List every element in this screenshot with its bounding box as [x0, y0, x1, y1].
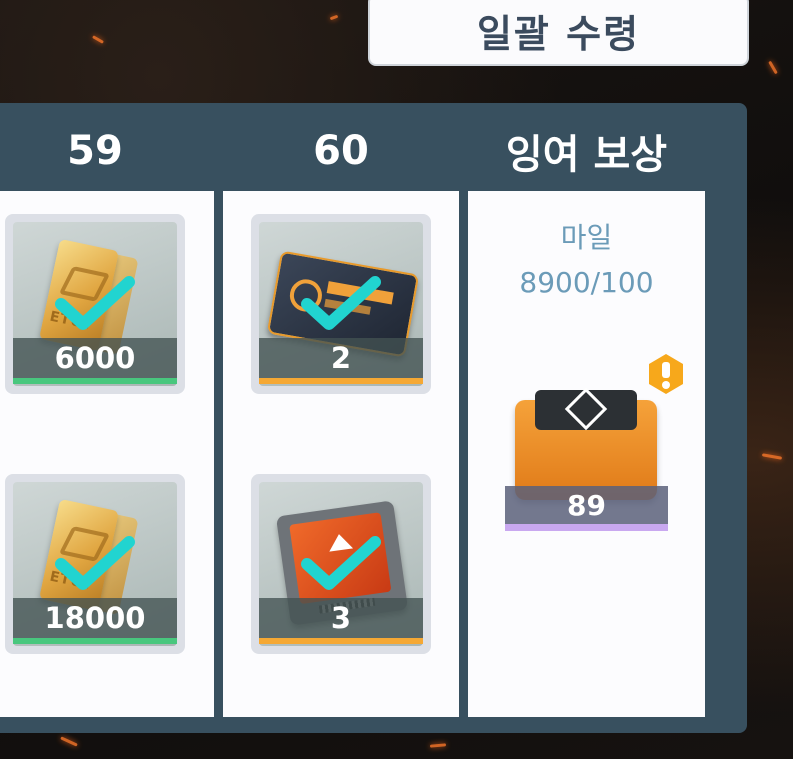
level-60-header: 60: [313, 128, 369, 174]
reward-item-gold-6000[interactable]: ETUT 6000: [5, 214, 185, 394]
ember-particle: [429, 743, 447, 748]
surplus-progress-text: 8900/100: [519, 266, 654, 299]
item-quantity: 2: [259, 338, 423, 378]
claimed-check-icon: [55, 276, 135, 330]
claimed-check-icon: [301, 536, 381, 590]
ember-particle: [761, 453, 783, 460]
reward-item-gold-18000[interactable]: ETUT 18000: [5, 474, 185, 654]
rarity-bar: [13, 378, 177, 384]
rarity-bar: [259, 638, 423, 644]
surplus-reward-header: 잉여 보상: [505, 132, 668, 178]
item-quantity: 3: [259, 598, 423, 638]
ember-particle: [60, 736, 78, 747]
ember-particle: [329, 14, 339, 21]
rarity-bar: [505, 524, 668, 531]
rarity-bar: [13, 638, 177, 644]
ember-particle: [768, 60, 778, 75]
surplus-currency-label: 마일: [560, 221, 613, 254]
claimed-check-icon: [301, 276, 381, 330]
crate-lid: [535, 387, 637, 431]
item-quantity: 18000: [13, 598, 177, 638]
claim-all-label: 일괄 수령: [476, 11, 641, 56]
claimed-check-icon: [55, 536, 135, 590]
claim-all-button[interactable]: 일괄 수령: [368, 0, 749, 66]
reward-item-chip-3[interactable]: 3: [251, 474, 431, 654]
reward-item-card-2[interactable]: 2: [251, 214, 431, 394]
level-59-header: 59: [67, 128, 123, 174]
item-quantity: 6000: [13, 338, 177, 378]
item-quantity: 89: [505, 486, 668, 524]
ember-particle: [92, 35, 104, 44]
surplus-reward-crate[interactable]: 89: [505, 378, 668, 533]
rarity-bar: [259, 378, 423, 384]
